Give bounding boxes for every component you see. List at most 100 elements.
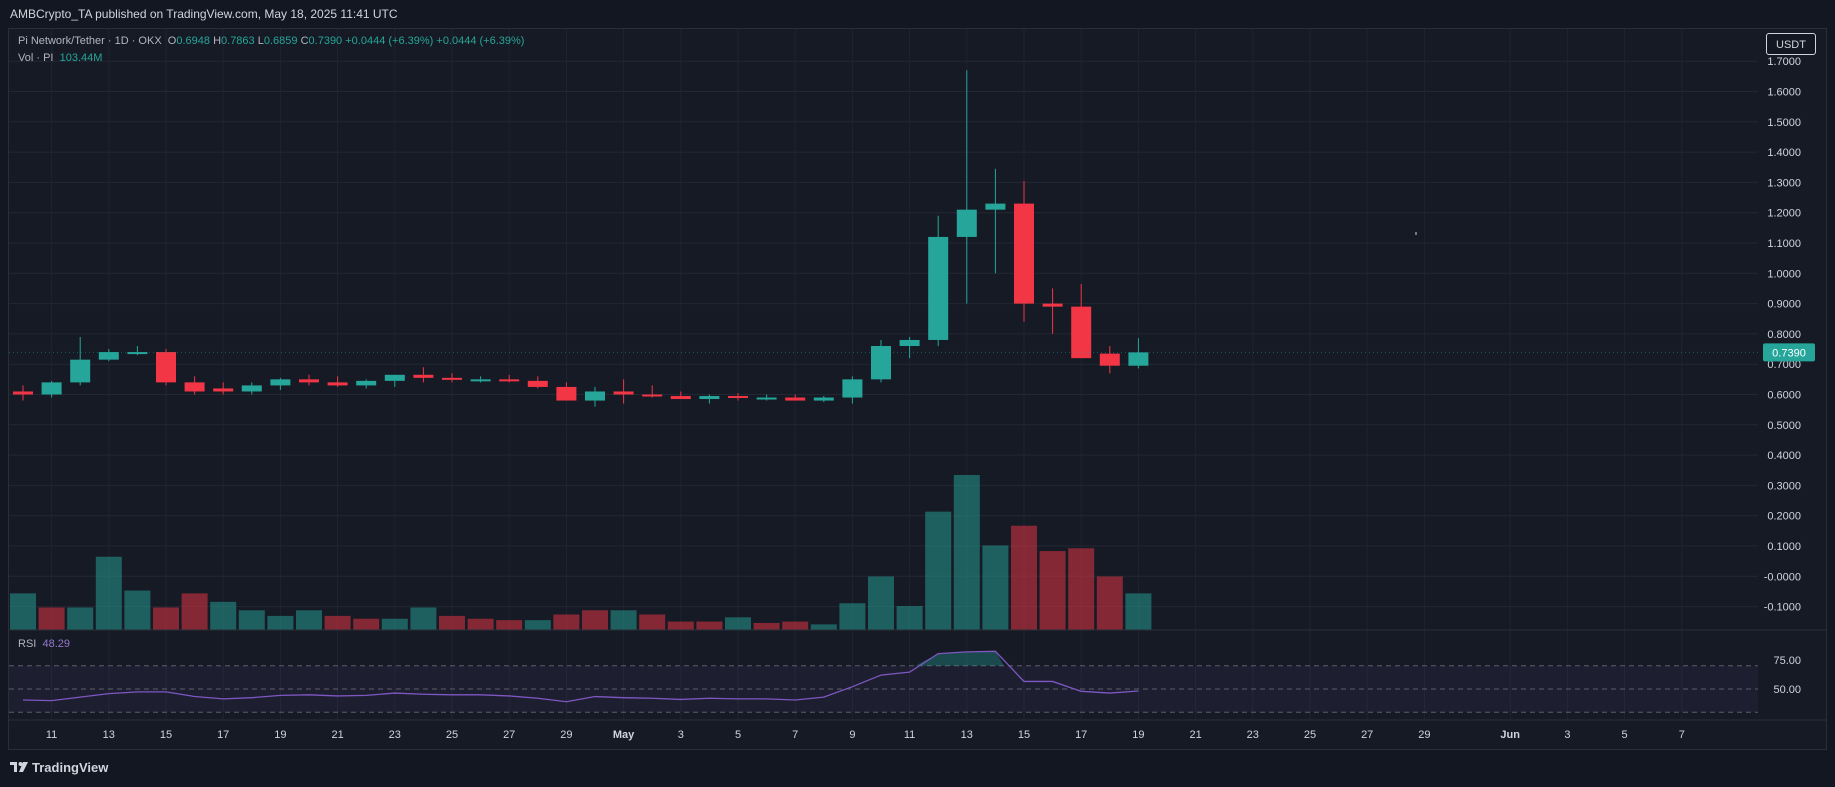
time-axis-tick: 27 (1361, 729, 1373, 741)
volume-bar (496, 620, 523, 630)
candle-body (98, 352, 119, 360)
candle-body (270, 379, 291, 386)
price-axis-tick: 0.6000 (1767, 390, 1801, 402)
rsi-overbought-fill (915, 651, 1004, 666)
time-axis-tick: 13 (103, 729, 115, 741)
candle-body (871, 346, 891, 380)
candle-body (442, 377, 462, 380)
last-price-label: 0.7390 (1772, 347, 1806, 359)
footer-brand-text[interactable]: TradingView (32, 760, 108, 775)
price-axis-tick: 1.7000 (1767, 56, 1801, 68)
time-axis-tick: 9 (849, 729, 855, 741)
price-axis-tick: 1.3000 (1767, 177, 1801, 189)
volume-bar (124, 590, 151, 630)
candle-body (413, 374, 434, 378)
volume-bar (925, 511, 952, 630)
time-axis-tick: 5 (1622, 729, 1628, 741)
volume-bar (582, 610, 608, 630)
candle-body (928, 236, 949, 340)
price-axis-tick: 0.1000 (1767, 541, 1801, 553)
candle-body (470, 379, 491, 382)
price-axis-tick: -0.1000 (1764, 602, 1801, 614)
close-value: 0.7390 (308, 35, 343, 47)
change-value-2: +0.0444 (+6.39%) (436, 35, 525, 47)
currency-button[interactable]: USDT (1766, 33, 1816, 55)
time-axis-tick: 11 (46, 729, 57, 741)
volume-bar (353, 618, 380, 630)
volume-bar (753, 622, 780, 630)
time-axis-tick: 17 (217, 729, 229, 741)
candle-body (613, 391, 634, 395)
time-axis-tick: May (613, 729, 635, 741)
price-axis-tick: 0.4000 (1767, 450, 1801, 462)
volume-bar (238, 610, 265, 630)
volume-legend: Vol · PI 103.44M (18, 52, 102, 64)
volume-bar (10, 593, 36, 630)
volume-bar (267, 615, 294, 630)
candle-body (1099, 353, 1120, 366)
rsi-legend: RSI 48.29 (18, 638, 70, 650)
price-axis-tick: -0.0000 (1764, 571, 1801, 583)
time-axis-tick: 7 (1679, 729, 1685, 741)
price-axis-tick: 0.8000 (1767, 329, 1801, 341)
high-value: 0.7863 (221, 35, 255, 47)
candle-body (670, 396, 691, 400)
candle-body (556, 386, 577, 401)
volume-bar (982, 545, 1009, 630)
rsi-value: 48.29 (42, 638, 70, 650)
volume-bar (324, 615, 351, 630)
symbol-name[interactable]: Pi Network/Tether · 1D · OKX (18, 35, 162, 47)
price-axis-tick: 0.5000 (1767, 420, 1801, 432)
candle-body (327, 382, 348, 386)
candle-body (756, 397, 777, 400)
candle-body (813, 397, 834, 401)
time-axis-tick: 3 (678, 729, 684, 741)
volume-bar (467, 618, 494, 630)
time-axis-tick: 19 (274, 729, 286, 741)
volume-bar (953, 475, 980, 630)
volume-bar (639, 614, 666, 630)
candle-body (1014, 203, 1034, 304)
candle-body (41, 382, 62, 395)
volume-bar (553, 614, 580, 630)
candle-body (985, 203, 1006, 210)
volume-bar (296, 610, 322, 630)
volume-bar (381, 618, 408, 630)
candle-body (1042, 303, 1063, 307)
time-axis-tick: 5 (735, 729, 741, 741)
time-axis-tick: 11 (904, 729, 915, 741)
candle-body (527, 380, 548, 387)
time-axis-tick: 23 (389, 729, 401, 741)
time-axis-tick: 15 (1018, 729, 1030, 741)
volume-label[interactable]: Vol · PI (18, 52, 53, 64)
candle-body (499, 379, 520, 382)
time-axis-tick: 13 (961, 729, 973, 741)
volume-bar (153, 607, 179, 630)
volume-bar (210, 601, 237, 630)
price-axis-tick: 1.1000 (1767, 238, 1801, 250)
rsi-axis-tick: 75.00 (1773, 655, 1801, 667)
volume-bar (667, 621, 694, 630)
volume-bar (67, 607, 94, 630)
volume-bar (95, 556, 122, 630)
price-axis-tick: 0.9000 (1767, 299, 1801, 311)
candle-body (299, 379, 319, 383)
tradingview-logo-icon (10, 762, 28, 772)
volume-bar (439, 615, 465, 630)
candle-body (785, 397, 806, 401)
rsi-label[interactable]: RSI (18, 638, 36, 650)
chart-canvas[interactable]: -0.1000 -0.0000 0.1000 0.2000 0.3000 0.4000 0.… (9, 29, 1826, 749)
time-axis-tick: 3 (1564, 729, 1570, 741)
price-axis-tick: 1.2000 (1767, 208, 1801, 220)
candle-body (184, 382, 205, 392)
candle-body (842, 379, 863, 398)
candle-body (642, 394, 663, 397)
time-axis-tick: 25 (446, 729, 458, 741)
candle-body (384, 374, 405, 381)
price-axis-tick: 1.6000 (1767, 87, 1801, 99)
volume-bar (839, 603, 866, 630)
volume-bar (1096, 576, 1123, 630)
close-label: C (300, 35, 309, 47)
candle-body (241, 385, 262, 392)
candle-body (956, 209, 977, 237)
